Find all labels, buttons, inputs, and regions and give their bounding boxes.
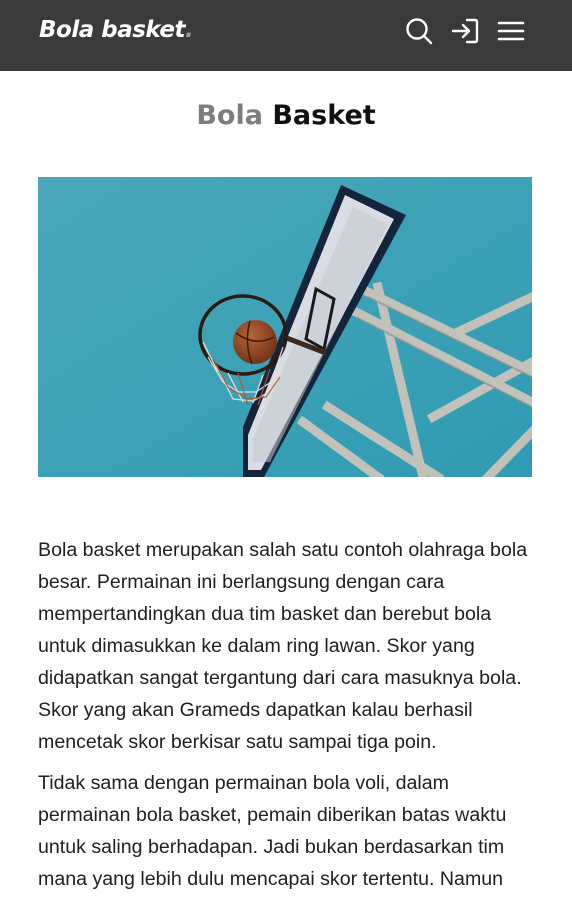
title-part-2: Basket (272, 100, 376, 131)
search-icon[interactable] (404, 16, 434, 46)
title-part-1: Bola (196, 100, 263, 131)
article-body: Bola basket merupakan salah satu contoh … (38, 534, 538, 904)
basketball-hoop-photo (38, 177, 532, 477)
menu-icon[interactable] (496, 16, 526, 46)
logo-dot: . (185, 17, 194, 43)
logo-text: Bola basket (39, 17, 186, 43)
site-logo[interactable]: Bola basket. (39, 17, 194, 43)
article-paragraph-1: Bola basket merupakan salah satu contoh … (38, 539, 528, 753)
article-paragraph-2: Tidak sama dengan permainan bola voli, d… (38, 772, 507, 890)
page-title: Bola Basket (0, 100, 572, 131)
hero-image (38, 177, 532, 477)
site-header: Bola basket. (0, 0, 572, 71)
login-icon[interactable] (450, 16, 480, 46)
